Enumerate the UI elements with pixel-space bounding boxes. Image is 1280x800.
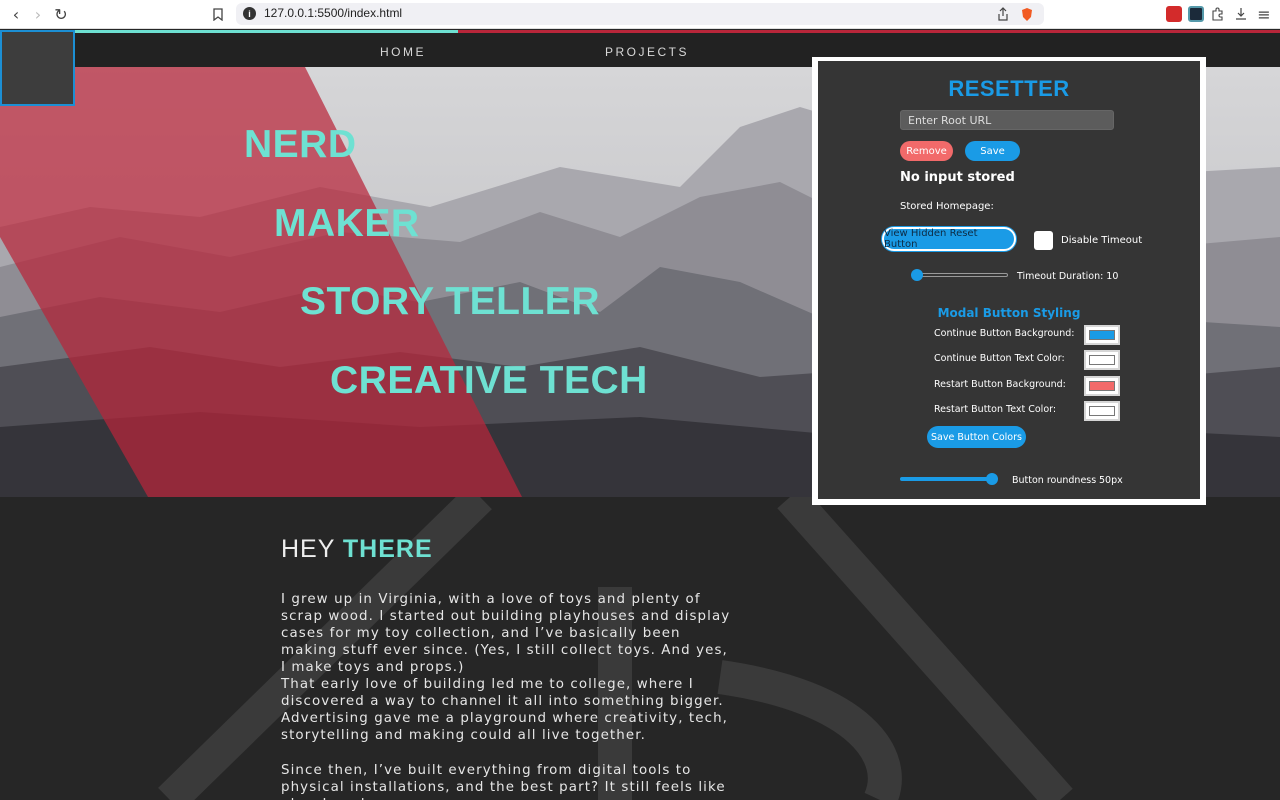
share-icon[interactable]: [993, 4, 1013, 24]
continue-bg-swatch: [1089, 330, 1115, 340]
bookmark-icon[interactable]: [208, 4, 228, 24]
continue-text-swatch: [1089, 355, 1115, 365]
modal-styling-heading: Modal Button Styling: [937, 306, 1081, 320]
status-text: No input stored: [900, 170, 1015, 185]
timeout-slider-track[interactable]: [912, 273, 1008, 277]
root-url-input[interactable]: Enter Root URL: [900, 110, 1114, 130]
nav-home-link[interactable]: HOME: [380, 45, 426, 59]
restart-bg-swatch: [1089, 381, 1115, 391]
continue-text-label: Continue Button Text Color:: [934, 353, 1065, 364]
view-hidden-reset-button[interactable]: View Hidden Reset Button: [882, 227, 1016, 251]
hero-word-3: STORY TELLER: [300, 280, 600, 323]
resetter-extension-popup: RESETTER Enter Root URL Remove Save No i…: [812, 57, 1206, 505]
stored-homepage-label: Stored Homepage:: [900, 201, 994, 212]
extensions-puzzle-icon[interactable]: [1208, 4, 1228, 24]
about-paragraph-2: That early love of building led me to co…: [281, 677, 729, 743]
url-text[interactable]: 127.0.0.1:5500/index.html: [264, 6, 402, 20]
roundness-label: Button roundness: [1012, 475, 1097, 486]
popup-panel: RESETTER Enter Root URL Remove Save No i…: [818, 61, 1200, 499]
about-heading: HEY THERE: [281, 535, 433, 564]
web-page: NERD MAKER STORY TELLER CREATIVE TECH HO…: [0, 30, 1280, 800]
about-heading-highlight: THERE: [342, 535, 433, 563]
restart-text-color-picker[interactable]: [1084, 401, 1120, 421]
restart-text-label: Restart Button Text Color:: [934, 404, 1057, 415]
restart-bg-color-picker[interactable]: [1084, 376, 1120, 396]
about-section: HEY THERE I grew up in Virginia, with a …: [0, 497, 1280, 800]
roundness-value: 50px: [1099, 475, 1123, 486]
about-paragraph-3: Since then, I’ve built everything from d…: [281, 763, 726, 800]
continue-text-color-picker[interactable]: [1084, 350, 1120, 370]
back-icon[interactable]: ‹: [6, 4, 26, 24]
disable-timeout-checkbox[interactable]: [1034, 231, 1053, 250]
menu-icon[interactable]: ≡: [1254, 4, 1274, 24]
disable-timeout-label: Disable Timeout: [1061, 235, 1143, 246]
timeout-slider-thumb[interactable]: [911, 269, 923, 281]
brave-shield-icon[interactable]: [1017, 4, 1037, 24]
navbar-accent-red: [458, 30, 1280, 33]
popup-title: RESETTER: [948, 76, 1070, 101]
site-logo[interactable]: [0, 30, 75, 106]
roundness-slider-thumb[interactable]: [986, 473, 998, 485]
nav-projects-link[interactable]: PROJECTS: [605, 45, 689, 59]
hero-word-2: MAKER: [274, 202, 420, 245]
extension-red-icon[interactable]: [1166, 6, 1182, 22]
continue-bg-label: Continue Button Background:: [934, 328, 1075, 339]
site-info-icon[interactable]: i: [243, 7, 256, 20]
hero-word-1: NERD: [244, 123, 357, 166]
about-heading-plain: HEY: [281, 535, 335, 563]
continue-bg-color-picker[interactable]: [1084, 325, 1120, 345]
restart-text-swatch: [1089, 406, 1115, 416]
about-paragraph-1: I grew up in Virginia, with a love of to…: [281, 592, 731, 675]
roundness-slider-track[interactable]: [900, 477, 996, 481]
remove-button[interactable]: Remove: [900, 141, 953, 161]
restart-bg-label: Restart Button Background:: [934, 379, 1066, 390]
resetter-extension-icon[interactable]: [1188, 6, 1204, 22]
browser-toolbar: ‹ › ↻ i 127.0.0.1:5500/index.html ≡: [0, 0, 1280, 29]
forward-icon[interactable]: ›: [28, 4, 48, 24]
hero-word-4: CREATIVE TECH: [330, 359, 648, 402]
reload-icon[interactable]: ↻: [51, 4, 71, 24]
download-icon[interactable]: [1231, 4, 1251, 24]
timeout-duration-label: Timeout Duration: 10: [1017, 271, 1119, 282]
save-button-colors[interactable]: Save Button Colors: [927, 426, 1026, 448]
save-button[interactable]: Save: [965, 141, 1020, 161]
